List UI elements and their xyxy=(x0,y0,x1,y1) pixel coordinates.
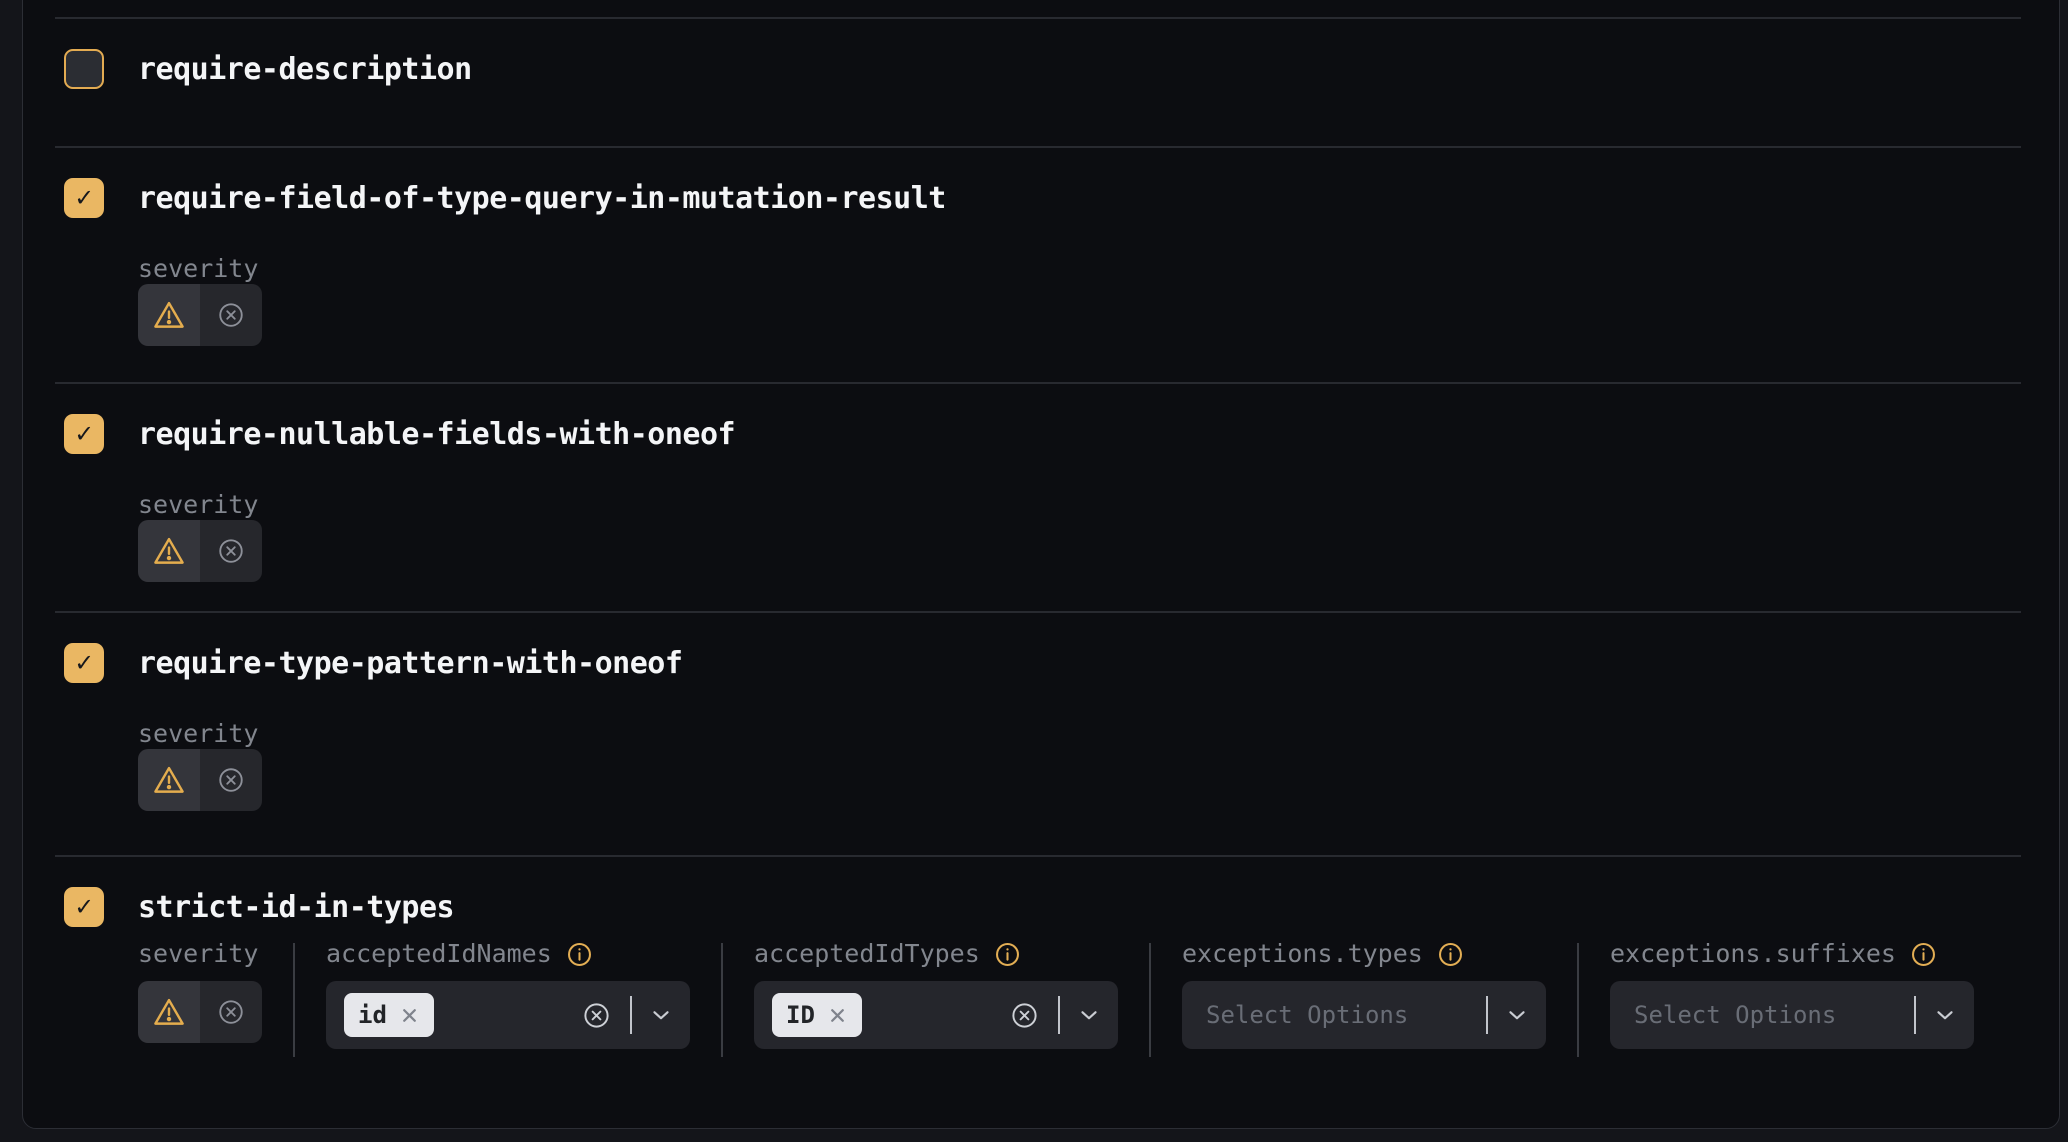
param-label: acceptedIdTypes xyxy=(754,939,980,969)
circle-x-icon xyxy=(216,997,246,1027)
remove-tag-icon[interactable] xyxy=(399,1005,420,1026)
check-icon: ✓ xyxy=(76,184,92,211)
severity-label: severity xyxy=(138,939,258,969)
selected-tag: id xyxy=(344,993,434,1037)
circle-x-icon xyxy=(216,765,246,795)
rule-section-require-type-pattern-with-oneof: ✓ require-type-pattern-with-oneof severi… xyxy=(55,611,2021,855)
info-icon[interactable] xyxy=(1910,941,1937,968)
param-column-exceptions-suffixes: exceptions.suffixes Select Options xyxy=(1610,939,1974,1049)
select-separator xyxy=(1058,996,1061,1034)
rule-section-require-nullable-fields-with-oneof: ✓ require-nullable-fields-with-oneof sev… xyxy=(55,382,2021,611)
param-column-acceptedIdNames: acceptedIdNames id xyxy=(326,939,690,1049)
clear-all-icon[interactable] xyxy=(1009,1000,1040,1031)
param-label: acceptedIdNames xyxy=(326,939,552,969)
rule-checkbox[interactable]: ✓ xyxy=(64,178,104,218)
param-label: exceptions.suffixes xyxy=(1610,939,1896,969)
rule-section-require-field-of-type-query-in-mutation-result: ✓ require-field-of-type-query-in-mutatio… xyxy=(55,146,2021,382)
chevron-down-icon[interactable] xyxy=(1932,1002,1958,1028)
multiselect-exceptions-suffixes[interactable]: Select Options xyxy=(1610,981,1974,1049)
info-icon[interactable] xyxy=(1437,941,1464,968)
tag-label: ID xyxy=(786,1001,815,1029)
rule-section-require-description: ✓ require-description xyxy=(55,17,2021,146)
select-placeholder: Select Options xyxy=(1628,1001,1836,1029)
select-separator xyxy=(630,996,633,1034)
rule-checkbox[interactable]: ✓ xyxy=(64,414,104,454)
param-column-severity: severity xyxy=(138,939,262,1043)
rules-panel: ✓ require-description ✓ require-field-of… xyxy=(22,0,2060,1129)
remove-tag-icon[interactable] xyxy=(827,1005,848,1026)
severity-label: severity xyxy=(138,254,2021,284)
severity-warn-button[interactable] xyxy=(138,749,200,811)
info-icon[interactable] xyxy=(566,941,593,968)
circle-x-icon xyxy=(216,300,246,330)
rule-checkbox[interactable]: ✓ xyxy=(64,49,104,89)
severity-toggle xyxy=(138,981,262,1043)
rule-checkbox[interactable]: ✓ xyxy=(64,643,104,683)
rule-title: require-field-of-type-query-in-mutation-… xyxy=(138,181,946,216)
rule-title: require-type-pattern-with-oneof xyxy=(138,646,682,681)
param-divider xyxy=(293,943,295,1057)
param-divider xyxy=(1577,943,1579,1057)
chevron-down-icon[interactable] xyxy=(1504,1002,1530,1028)
severity-toggle xyxy=(138,284,262,346)
rule-title: require-nullable-fields-with-oneof xyxy=(138,417,735,452)
multiselect-exceptions-types[interactable]: Select Options xyxy=(1182,981,1546,1049)
param-column-exceptions-types: exceptions.types Select Options xyxy=(1182,939,1546,1049)
selected-tag: ID xyxy=(772,993,862,1037)
previous-section-remainder xyxy=(23,0,2059,17)
rule-checkbox[interactable]: ✓ xyxy=(64,887,104,927)
rule-title: strict-id-in-types xyxy=(138,890,454,925)
param-divider xyxy=(721,943,723,1057)
chevron-down-icon[interactable] xyxy=(1076,1002,1102,1028)
severity-toggle xyxy=(138,520,262,582)
rule-section-strict-id-in-types: ✓ strict-id-in-types severity xyxy=(55,855,2021,1119)
chevron-down-icon[interactable] xyxy=(648,1002,674,1028)
warning-triangle-icon xyxy=(152,534,186,568)
select-placeholder: Select Options xyxy=(1200,1001,1408,1029)
param-column-acceptedIdTypes: acceptedIdTypes ID xyxy=(754,939,1118,1049)
warning-triangle-icon xyxy=(152,995,186,1029)
severity-label: severity xyxy=(138,490,2021,520)
rule-title: require-description xyxy=(138,52,472,87)
severity-off-button[interactable] xyxy=(200,520,262,582)
multiselect-acceptedIdNames[interactable]: id xyxy=(326,981,690,1049)
severity-warn-button[interactable] xyxy=(138,520,200,582)
severity-warn-button[interactable] xyxy=(138,284,200,346)
multiselect-acceptedIdTypes[interactable]: ID xyxy=(754,981,1118,1049)
severity-label: severity xyxy=(138,719,2021,749)
param-label: exceptions.types xyxy=(1182,939,1423,969)
check-icon: ✓ xyxy=(76,893,92,920)
info-icon[interactable] xyxy=(994,941,1021,968)
param-divider xyxy=(1149,943,1151,1057)
warning-triangle-icon xyxy=(152,298,186,332)
select-separator xyxy=(1914,996,1917,1034)
severity-off-button[interactable] xyxy=(200,284,262,346)
circle-x-icon xyxy=(216,536,246,566)
select-separator xyxy=(1486,996,1489,1034)
severity-off-button[interactable] xyxy=(200,749,262,811)
check-icon: ✓ xyxy=(76,420,92,447)
severity-toggle xyxy=(138,749,262,811)
severity-off-button[interactable] xyxy=(200,981,262,1043)
severity-warn-button[interactable] xyxy=(138,981,200,1043)
clear-all-icon[interactable] xyxy=(581,1000,612,1031)
tag-label: id xyxy=(358,1001,387,1029)
warning-triangle-icon xyxy=(152,763,186,797)
check-icon: ✓ xyxy=(76,649,92,676)
